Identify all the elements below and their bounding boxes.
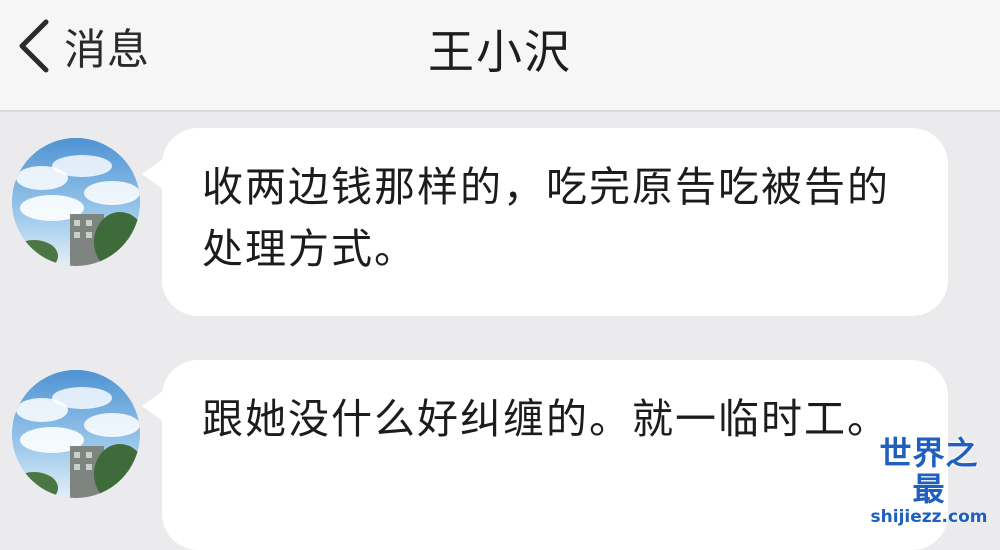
watermark-url: shijiezz.com [870,507,988,527]
message-bubble[interactable]: 收两边钱那样的，吃完原告吃被告的处理方式。 [142,128,948,316]
message-text: 跟她没什么好纠缠的。就一临时工。 [202,395,890,443]
message-bubble[interactable]: 跟她没什么好纠缠的。就一临时工。 [142,360,948,550]
navigation-bar: 消息 王小沢 [0,0,1000,112]
avatar[interactable] [12,138,140,266]
watermark-title: 世界之最 [879,434,979,508]
bubble-tail [142,390,164,422]
avatar[interactable] [12,370,140,498]
message-row: 收两边钱那样的，吃完原告吃被告的处理方式。 [0,128,1000,318]
bubble-tail [142,158,164,190]
building-sky-avatar-image [12,370,140,498]
chat-title: 王小沢 [428,25,572,79]
message-text: 收两边钱那样的，吃完原告吃被告的处理方式。 [202,163,890,273]
message-row: 跟她没什么好纠缠的。就一临时工。 [0,360,1000,550]
watermark: 世界之最 shijiezz.com [864,435,994,527]
building-sky-avatar-image [12,138,140,266]
